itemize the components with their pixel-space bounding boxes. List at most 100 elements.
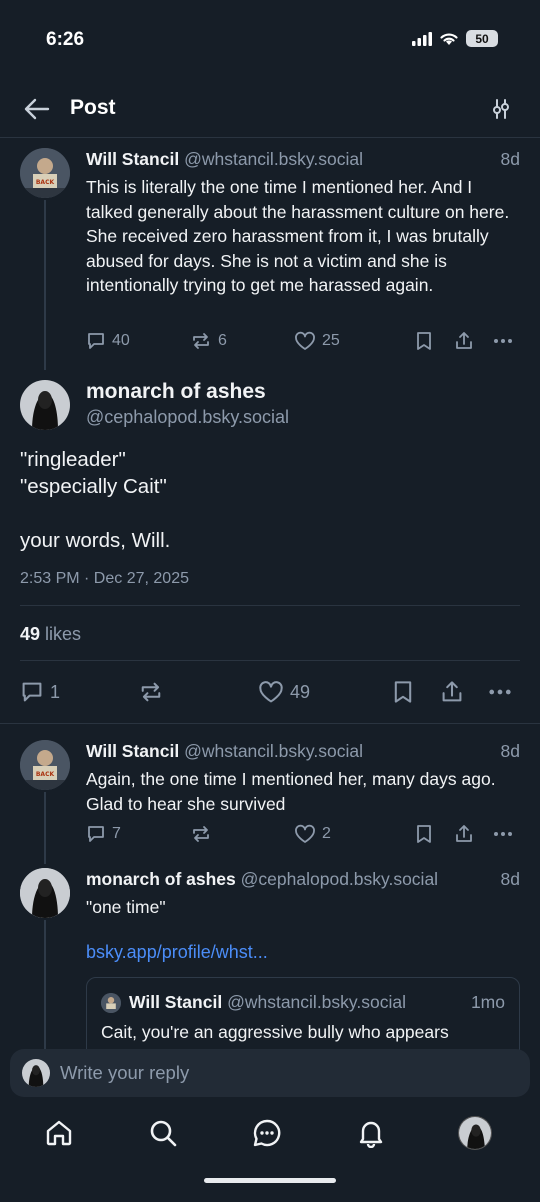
author-handle[interactable]: @cephalopod.bsky.social — [86, 407, 289, 428]
wifi-icon — [440, 33, 458, 45]
tab-search[interactable] — [146, 1116, 180, 1150]
likes-summary[interactable]: 49 likes — [20, 624, 81, 645]
home-icon — [46, 1120, 72, 1146]
reply-count: 7 — [112, 825, 121, 842]
share-button[interactable] — [454, 331, 474, 351]
post-actions: 7 2 — [86, 824, 516, 848]
bookmark-button[interactable] — [415, 331, 433, 351]
header: Post — [0, 82, 540, 138]
reply-button[interactable]: 7 — [86, 824, 121, 844]
likes-label: likes — [45, 624, 82, 644]
avatar — [459, 1117, 491, 1149]
tab-profile[interactable] — [458, 1116, 492, 1150]
back-button[interactable] — [22, 94, 52, 124]
avatar[interactable] — [20, 380, 70, 430]
post-timestamp: 2:53 PM · Dec 27, 2025 — [20, 570, 189, 587]
post-age: 8d — [500, 741, 520, 761]
heart-icon — [259, 681, 283, 703]
share-button[interactable] — [440, 680, 464, 704]
share-button[interactable] — [454, 824, 474, 844]
author-handle[interactable]: @whstancil.bsky.social — [184, 741, 363, 761]
repost-icon — [193, 826, 209, 842]
divider — [0, 723, 540, 724]
author-name: Will Stancil — [129, 992, 223, 1012]
search-icon — [150, 1120, 177, 1147]
like-count: 2 — [322, 825, 331, 842]
battery-indicator: 50 — [466, 30, 498, 47]
divider — [20, 605, 520, 606]
share-icon — [456, 332, 472, 349]
post-age: 1mo — [470, 992, 505, 1012]
tab-notifications[interactable] — [354, 1116, 388, 1150]
likes-count: 49 — [20, 624, 41, 644]
reply-placeholder[interactable]: Write your reply — [60, 1062, 189, 1084]
repost-button[interactable] — [138, 680, 164, 704]
post-line: your words, Will. — [20, 529, 171, 552]
more-icon — [489, 689, 511, 695]
heart-icon — [295, 824, 315, 843]
post-line: "especially Cait" — [20, 475, 167, 498]
reply-count: 1 — [50, 681, 61, 702]
bookmark-button[interactable] — [392, 680, 414, 704]
page-title: Post — [70, 96, 116, 119]
post-text: "one time" — [86, 897, 166, 917]
tab-home[interactable] — [42, 1116, 76, 1150]
more-button[interactable] — [492, 331, 514, 351]
bookmark-icon — [394, 681, 412, 703]
more-button[interactable] — [487, 680, 513, 704]
repost-count: 6 — [218, 332, 227, 349]
repost-icon — [141, 682, 161, 702]
chat-icon — [253, 1119, 281, 1147]
avatar — [101, 993, 121, 1013]
reply-count: 40 — [112, 332, 130, 349]
status-time: 6:26 — [46, 29, 85, 50]
repost-button[interactable]: 6 — [190, 331, 227, 351]
more-icon — [494, 339, 512, 343]
like-count: 49 — [290, 681, 311, 702]
thread-settings-button[interactable] — [488, 96, 514, 122]
reply-icon — [88, 826, 104, 842]
home-indicator — [204, 1178, 336, 1183]
post-header: monarch of ashes @cephalopod.bsky.social — [86, 869, 438, 890]
author-name[interactable]: Will Stancil — [86, 741, 179, 761]
author-handle[interactable]: @whstancil.bsky.social — [184, 149, 363, 169]
post-text: "ringleader" "especially Cait" your word… — [20, 446, 520, 554]
post-header: Will Stancil @whstancil.bsky.social — [86, 741, 363, 762]
post-text: Again, the one time I mentioned her, man… — [86, 769, 496, 814]
more-icon — [494, 832, 512, 836]
post-link[interactable]: bsky.app/profile/whst... — [86, 942, 268, 963]
avatar[interactable] — [20, 868, 70, 918]
tab-bar — [0, 1104, 540, 1202]
author-name[interactable]: monarch of ashes — [86, 869, 236, 889]
bookmark-button[interactable] — [415, 824, 433, 844]
reply-button[interactable]: 1 — [20, 680, 60, 704]
heart-icon — [295, 331, 315, 350]
tab-chat[interactable] — [250, 1116, 284, 1150]
author-name[interactable]: Will Stancil — [86, 149, 179, 169]
thread-line — [44, 920, 46, 1050]
repost-button[interactable] — [190, 824, 212, 844]
reply-composer[interactable]: Write your reply — [10, 1049, 530, 1097]
back-arrow-icon — [24, 98, 50, 120]
reply-button[interactable]: 40 — [86, 331, 130, 351]
svg-text:BACK: BACK — [36, 179, 55, 186]
avatar[interactable]: BACK — [20, 740, 70, 790]
post-age: 8d — [500, 149, 520, 169]
bookmark-icon — [417, 825, 431, 843]
quote-text: Cait, you're an aggressive bully who app… — [101, 1022, 449, 1042]
signal-icon — [412, 31, 432, 46]
bookmark-icon — [417, 332, 431, 350]
like-button[interactable]: 2 — [294, 824, 331, 844]
author-name[interactable]: monarch of ashes — [86, 380, 266, 404]
avatar[interactable]: BACK — [20, 148, 70, 198]
author-handle[interactable]: @cephalopod.bsky.social — [241, 869, 438, 889]
status-icons: 50 — [412, 30, 498, 47]
post-actions: 40 6 25 — [86, 331, 516, 355]
like-button[interactable]: 49 — [258, 680, 310, 704]
quote-header: Will Stancil @whstancil.bsky.social — [129, 992, 406, 1013]
more-button[interactable] — [492, 824, 514, 844]
post-text: This is literally the one time I mention… — [86, 177, 510, 295]
bell-icon — [359, 1121, 383, 1148]
like-button[interactable]: 25 — [294, 331, 340, 351]
thread-line — [44, 200, 46, 370]
